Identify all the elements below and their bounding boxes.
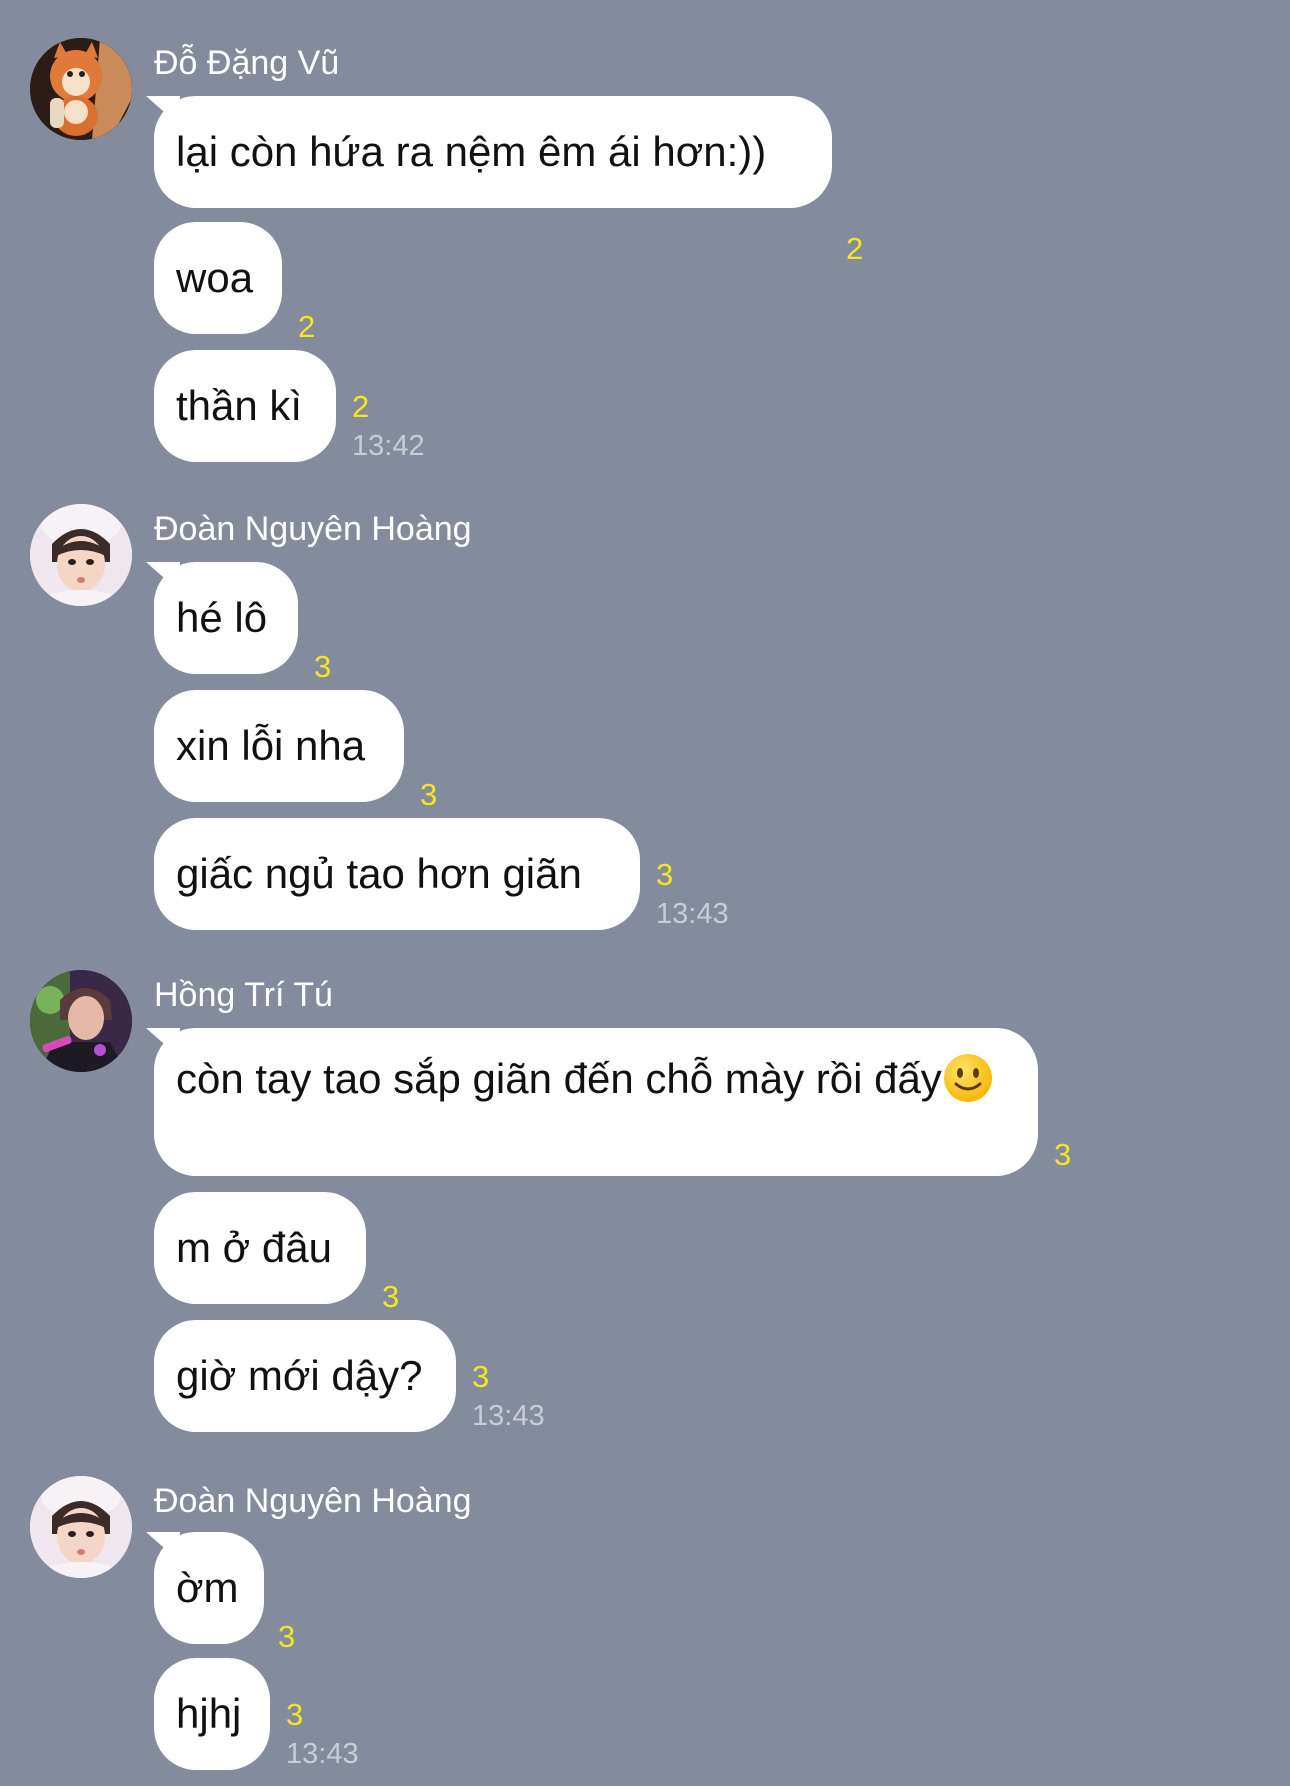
fox-plush-avatar-icon — [30, 38, 132, 140]
slightly-smiling-face-icon — [942, 1052, 994, 1104]
read-count: 2 — [352, 389, 370, 424]
read-count: 3 — [278, 1619, 296, 1654]
read-count: 3 — [1054, 1137, 1072, 1172]
avatar[interactable] — [30, 504, 132, 606]
read-count: 3 — [656, 857, 674, 892]
timestamp: 13:43 — [472, 1400, 545, 1432]
timestamp: 13:43 — [286, 1738, 359, 1770]
read-count: 3 — [382, 1279, 400, 1314]
read-count: 3 — [420, 777, 438, 812]
message-bubble[interactable]: thần kì — [154, 350, 336, 462]
message-bubble[interactable]: ờm — [154, 1532, 264, 1644]
person-avatar-icon — [30, 1476, 132, 1578]
avatar[interactable] — [30, 970, 132, 1072]
avatar[interactable] — [30, 1476, 132, 1578]
message-bubble[interactable]: xin lỗi nha — [154, 690, 404, 802]
message-bubble[interactable]: giờ mới dậy? — [154, 1320, 456, 1432]
read-count: 2 — [298, 309, 316, 344]
person-avatar-icon — [30, 504, 132, 606]
message-bubble[interactable]: m ở đâu — [154, 1192, 366, 1304]
message-text: còn tay tao sắp giãn đến chỗ mày rồi đấy — [176, 1055, 942, 1102]
read-count: 2 — [846, 231, 864, 266]
timestamp: 13:42 — [352, 430, 425, 462]
message-bubble[interactable]: woa — [154, 222, 282, 334]
sender-name: Đỗ Đặng Vũ — [154, 44, 340, 82]
timestamp: 13:43 — [656, 898, 729, 930]
message-bubble[interactable]: hé lô — [154, 562, 298, 674]
message-bubble[interactable]: hjhj — [154, 1658, 270, 1770]
sender-name: Hồng Trí Tú — [154, 976, 333, 1014]
message-bubble[interactable]: giấc ngủ tao hơn giãn — [154, 818, 640, 930]
avatar[interactable] — [30, 38, 132, 140]
message-bubble[interactable]: lại còn hứa ra nệm êm ái hơn:)) — [154, 96, 832, 208]
read-count: 3 — [314, 649, 332, 684]
read-count: 3 — [472, 1359, 490, 1394]
sender-name: Đoàn Nguyên Hoàng — [154, 1482, 472, 1520]
message-bubble[interactable]: còn tay tao sắp giãn đến chỗ mày rồi đấy — [154, 1028, 1038, 1176]
sender-name: Đoàn Nguyên Hoàng — [154, 510, 472, 548]
read-count: 3 — [286, 1697, 304, 1732]
performer-avatar-icon — [30, 970, 132, 1072]
